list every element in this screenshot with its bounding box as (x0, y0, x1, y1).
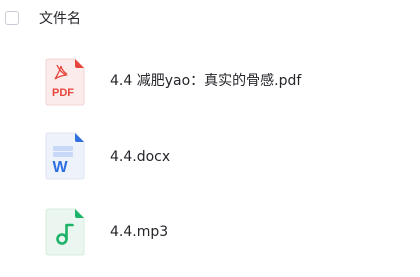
file-name[interactable]: 4.4.mp3 (110, 223, 168, 241)
word-icon-label: W (52, 159, 68, 176)
audio-file-icon (45, 208, 85, 256)
pdf-file-icon: PDF (45, 58, 85, 106)
word-file-icon: W (45, 132, 85, 180)
file-row-docx[interactable]: W 4.4.docx (0, 127, 420, 187)
filename-column-header[interactable]: 文件名 (39, 10, 81, 28)
file-row-pdf[interactable]: PDF 4.4 减肥yao：真实的骨感.pdf (0, 52, 420, 112)
pdf-icon-label: PDF (52, 87, 74, 99)
file-list-header: 文件名 (0, 0, 420, 40)
file-name[interactable]: 4.4.docx (110, 148, 170, 166)
file-row-mp3[interactable]: 4.4.mp3 (0, 202, 420, 262)
file-name[interactable]: 4.4 减肥yao：真实的骨感.pdf (110, 72, 301, 90)
select-all-checkbox[interactable] (5, 11, 19, 25)
